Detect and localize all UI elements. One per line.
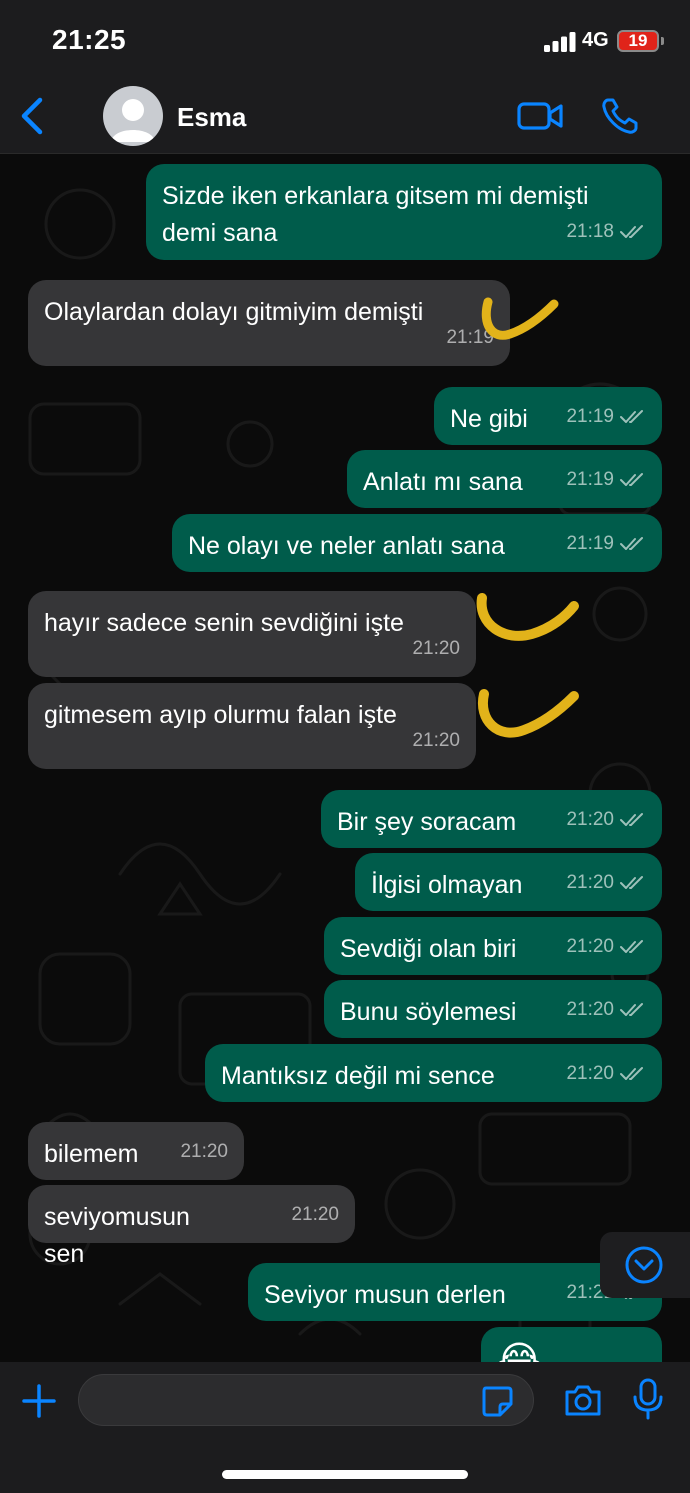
phone-icon[interactable] xyxy=(600,96,640,136)
outgoing-message[interactable]: Ne gibi 21:19 xyxy=(434,387,662,445)
message-meta: 21:19 xyxy=(566,461,646,498)
message-meta: 21:20 xyxy=(291,1196,339,1233)
message-time: 21:20 xyxy=(180,1141,228,1162)
message-time: 21:20 xyxy=(566,872,614,893)
message-time: 21:19 xyxy=(566,469,614,490)
message-time: 21:19 xyxy=(566,533,614,554)
message-time: 21:20 xyxy=(566,809,614,830)
double-check-icon xyxy=(620,536,643,550)
message-meta: 21:20 xyxy=(566,801,646,838)
message-meta: 21:20 xyxy=(566,991,646,1028)
incoming-message[interactable]: hayır sadece senin sevdiğini işte 21:20 xyxy=(28,591,476,677)
camera-icon[interactable] xyxy=(563,1382,603,1418)
scroll-down-icon xyxy=(625,1246,663,1284)
incoming-message[interactable]: bilemem 21:20 xyxy=(28,1122,244,1180)
message-time: 21:20 xyxy=(566,936,614,957)
yellow-checkmark-annotation xyxy=(481,297,559,340)
microphone-icon[interactable] xyxy=(630,1378,666,1420)
message-meta: 21:20 xyxy=(412,722,460,759)
outgoing-message[interactable]: Ne olayı ve neler anlatı sana 21:19 xyxy=(172,514,662,572)
message-time: 21:20 xyxy=(412,730,460,751)
message-text: 😂😂😂 xyxy=(497,1340,548,1362)
outgoing-message[interactable]: 😂😂😂 xyxy=(481,1327,662,1362)
message-meta: 21:20 xyxy=(566,1055,646,1092)
double-check-icon xyxy=(620,939,643,953)
outgoing-message[interactable]: İlgisi olmayan 21:20 xyxy=(355,853,662,911)
double-check-icon xyxy=(620,224,643,238)
chat-header: Esma xyxy=(0,80,690,154)
home-indicator xyxy=(222,1470,468,1479)
outgoing-message[interactable]: Sevdiği olan biri 21:20 xyxy=(324,917,662,975)
default-avatar-icon xyxy=(111,99,155,142)
message-time: 21:20 xyxy=(412,638,460,659)
network-type: 4G xyxy=(582,29,609,51)
double-check-icon xyxy=(620,875,643,889)
signal-icon xyxy=(544,32,576,52)
message-meta: 21:19 xyxy=(566,525,646,562)
outgoing-message[interactable]: Sizde iken erkanlara gitsem mi demişti d… xyxy=(146,164,662,260)
battery-icon: 19 xyxy=(617,30,659,52)
message-text: Olaylardan dolayı gitmiyim demişti xyxy=(44,298,424,326)
message-time: 21:20 xyxy=(291,1204,339,1225)
video-call-icon[interactable] xyxy=(516,98,564,134)
message-meta: 21:20 xyxy=(566,928,646,965)
message-meta: 21:18 xyxy=(566,213,646,250)
double-check-icon xyxy=(620,1066,643,1080)
sticker-icon[interactable] xyxy=(480,1384,514,1418)
message-text: hayır sadece senin sevdiğini işte xyxy=(44,609,404,637)
outgoing-message[interactable]: Bir şey soracam 21:20 xyxy=(321,790,662,848)
outgoing-message[interactable]: Anlatı mı sana 21:19 xyxy=(347,450,662,508)
double-check-icon xyxy=(620,1002,643,1016)
message-meta: 21:19 xyxy=(566,398,646,435)
plus-icon[interactable] xyxy=(20,1382,58,1420)
yellow-checkmark-annotation xyxy=(477,689,579,738)
scroll-down-button[interactable] xyxy=(600,1232,690,1298)
message-meta: 21:20 xyxy=(412,630,460,667)
message-meta: 21:20 xyxy=(180,1133,228,1170)
avatar[interactable] xyxy=(103,86,163,146)
message-time: 21:20 xyxy=(566,999,614,1020)
clock: 21:25 xyxy=(52,24,127,55)
double-check-icon xyxy=(620,812,643,826)
status-bar: 21:25 4G 19 xyxy=(0,0,690,80)
chevron-left-icon[interactable] xyxy=(14,94,52,138)
message-time: 21:19 xyxy=(566,406,614,427)
incoming-message[interactable]: Olaylardan dolayı gitmiyim demişti 21:19 xyxy=(28,280,510,366)
battery-level: 19 xyxy=(628,31,648,50)
message-text: gitmesem ayıp olurmu falan işte xyxy=(44,701,397,729)
message-time: 21:20 xyxy=(566,1063,614,1084)
incoming-message[interactable]: seviyomusun sen 21:20 xyxy=(28,1185,355,1268)
battery-nub xyxy=(661,37,664,45)
outgoing-message[interactable]: Mantıksız değil mi sence 21:20 xyxy=(205,1044,662,1102)
message-list[interactable]: Sizde iken erkanlara gitsem mi demişti d… xyxy=(0,154,690,1362)
composer-bar xyxy=(0,1362,690,1493)
yellow-checkmark-annotation xyxy=(476,593,579,641)
message-time: 21:18 xyxy=(566,221,614,242)
contact-name[interactable]: Esma xyxy=(177,102,246,133)
incoming-message[interactable]: gitmesem ayıp olurmu falan işte 21:20 xyxy=(28,683,476,769)
double-check-icon xyxy=(620,409,643,423)
outgoing-message[interactable]: Bunu söylemesi 21:20 xyxy=(324,980,662,1038)
double-check-icon xyxy=(620,472,643,486)
message-meta: 21:20 xyxy=(566,864,646,901)
message-input[interactable] xyxy=(78,1374,534,1426)
